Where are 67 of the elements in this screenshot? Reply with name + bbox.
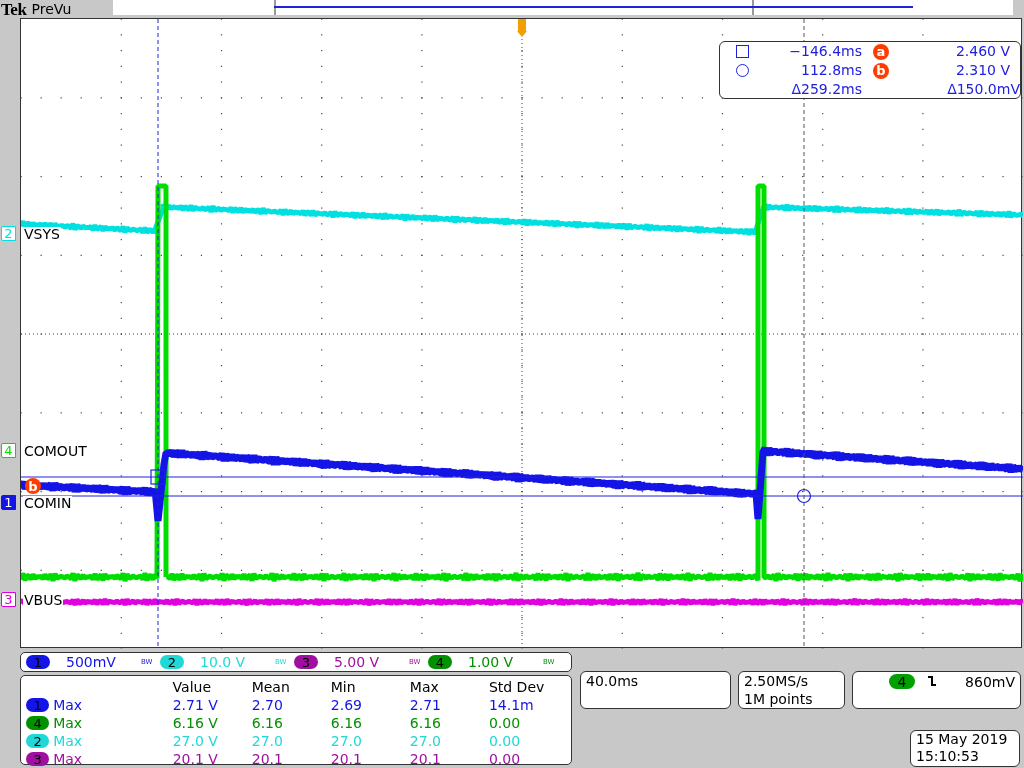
channel-badge: 4 — [428, 655, 452, 669]
measurement-type: Max — [53, 714, 84, 732]
record-length: 1M points — [744, 690, 814, 708]
table-cell-text: 2.71 — [409, 696, 442, 714]
column-header: Value — [172, 678, 213, 696]
channel-marker[interactable]: 3 — [1, 592, 16, 607]
time-readout: 15:10:53 — [916, 748, 980, 765]
table-cell-text: 6.16 — [409, 714, 442, 732]
table-cell-text: 2.71 V — [172, 696, 219, 714]
table-cell-text: 27.0 — [330, 732, 363, 750]
measurement-type: Max — [53, 750, 84, 768]
brand-logo: Tek — [1, 0, 27, 18]
channel-badge: 3 — [26, 752, 50, 766]
falling-edge-icon — [927, 675, 938, 687]
cursor-time: 112.8ms — [801, 61, 862, 80]
channel-scale[interactable]: 5.00 V — [334, 655, 404, 669]
channel-badge: 2 — [160, 655, 184, 669]
table-cell-text: 6.16 V — [172, 714, 219, 732]
mode-label: PreVu — [31, 2, 72, 16]
channel-badge: 1 — [26, 698, 50, 712]
channel-label: COMOUT — [23, 443, 88, 458]
table-cell-text: 20.1 — [330, 750, 363, 768]
cursor-circle-icon — [796, 488, 812, 504]
channel-scale[interactable]: 1.00 V — [468, 655, 538, 669]
measurement-type: Max — [53, 732, 84, 750]
table-cell-text: 20.1 V — [172, 750, 219, 768]
measurement-type: Max — [53, 696, 84, 714]
trigger-level: 860mV — [965, 673, 1015, 691]
cursor-value: 2.460 V — [955, 42, 1010, 61]
channel-label: VBUS — [23, 592, 64, 607]
timebase-readout: 40.0ms — [586, 673, 639, 689]
channel-marker[interactable]: 1 — [1, 495, 16, 510]
table-cell-text: 6.16 — [330, 714, 363, 732]
table-cell-text: 14.1m — [488, 696, 535, 714]
column-header: Min — [330, 678, 357, 696]
table-cell-text: 2.69 — [330, 696, 363, 714]
table-cell-text: 0.00 — [488, 732, 522, 750]
column-header: Max — [409, 678, 440, 696]
square-cursor-icon — [736, 45, 749, 58]
channel-scale[interactable]: 500mV — [66, 655, 136, 669]
cursor-b-marker: b — [873, 62, 889, 79]
delta-time: Δ259.2ms — [791, 80, 862, 99]
sample-rate: 2.50MS/s — [744, 672, 810, 690]
table-cell-text: 27.0 — [409, 732, 442, 750]
table-cell-text: 20.1 — [409, 750, 442, 768]
date-readout: 15 May 2019 — [916, 731, 1009, 748]
table-cell-text: 0.00 — [488, 750, 522, 768]
channel-badge: 2 — [26, 734, 50, 748]
cursor-square-icon — [150, 469, 166, 485]
cursor-b-marker: b — [25, 478, 41, 494]
cursor-time: −146.4ms — [789, 42, 862, 61]
table-cell-text: 20.1 — [251, 750, 284, 768]
cursor-value: 2.310 V — [955, 61, 1010, 80]
table-cell-text: 2.70 — [251, 696, 284, 714]
column-header: Mean — [251, 678, 291, 696]
table-cell-text: 27.0 — [251, 732, 284, 750]
channel-badge: 1 — [26, 655, 50, 669]
trigger-position-icon — [517, 19, 527, 37]
table-cell-text: 0.00 — [488, 714, 522, 732]
table-cell-text: 6.16 — [251, 714, 284, 732]
delta-value: Δ150.0mV — [947, 80, 1020, 99]
table-cell-text: 27.0 V — [172, 732, 219, 750]
channel-badge: 4 — [26, 716, 50, 730]
trigger-source-badge: 4 — [889, 674, 916, 689]
channel-badge: 3 — [294, 655, 318, 669]
column-header: Std Dev — [488, 678, 546, 696]
cursor-a-marker: a — [873, 43, 889, 60]
